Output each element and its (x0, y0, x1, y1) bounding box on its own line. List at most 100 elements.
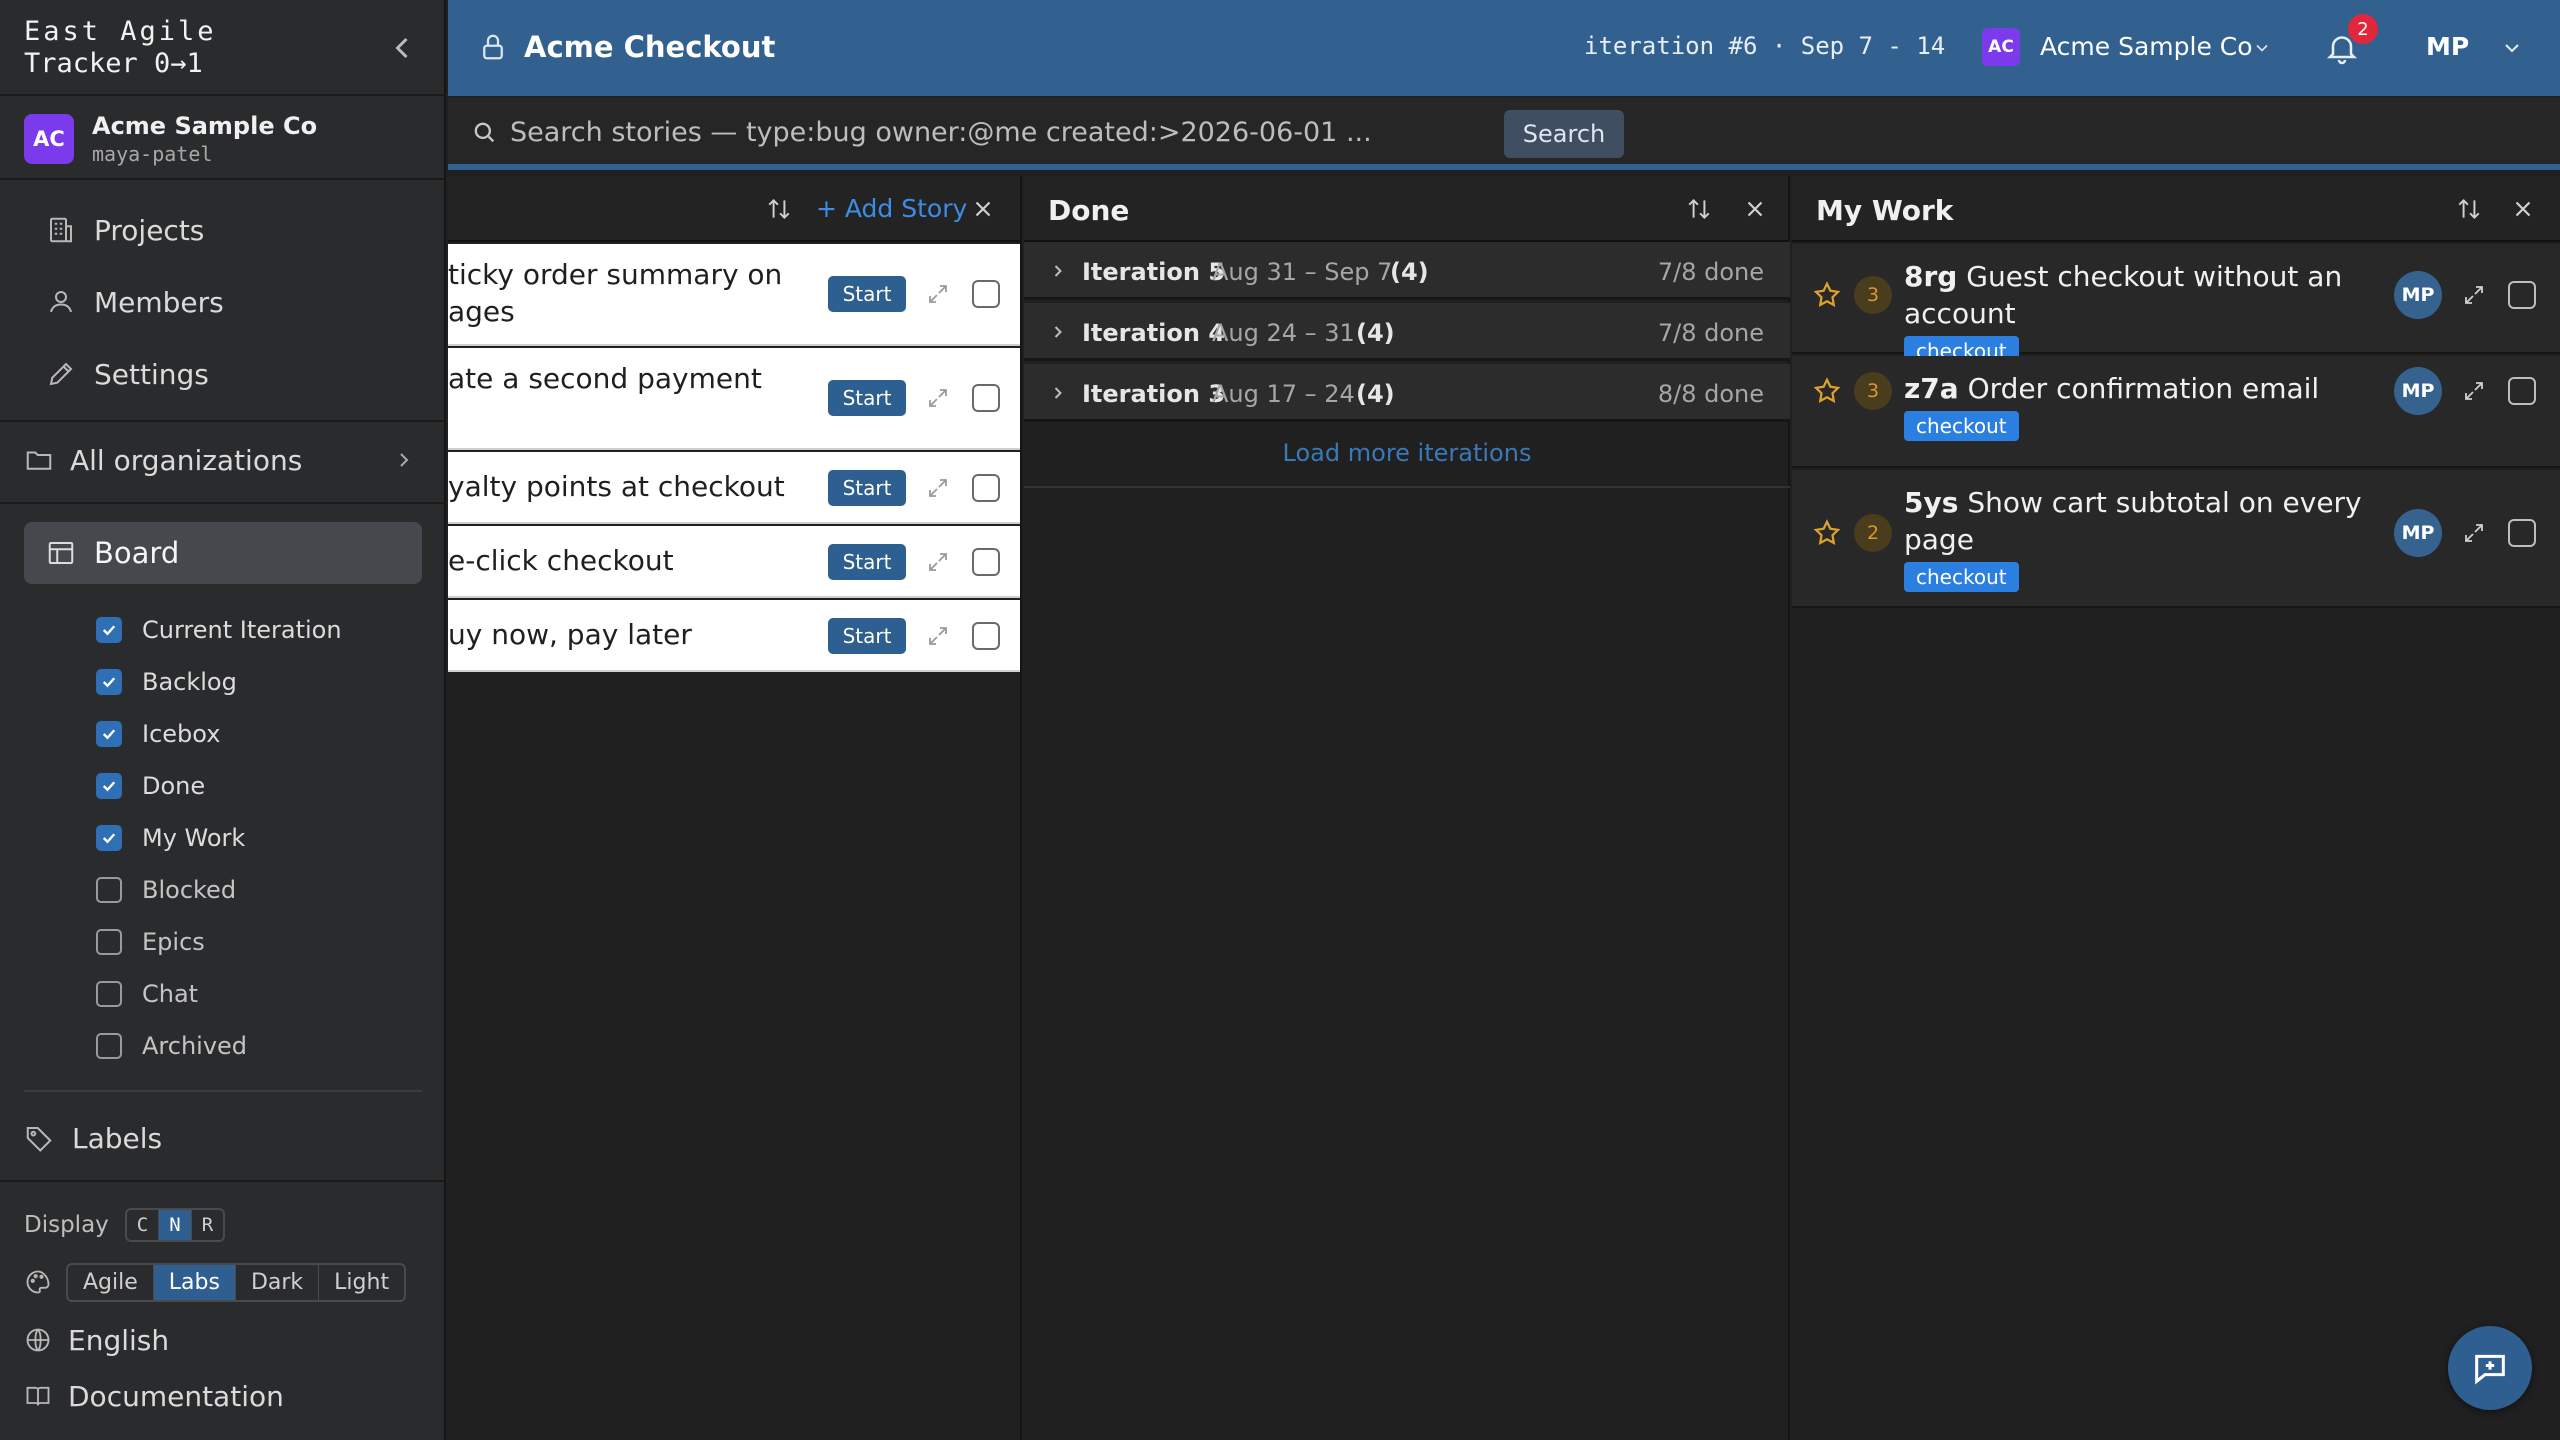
project-title[interactable]: Acme Checkout (524, 30, 775, 64)
chevron-right-icon (392, 448, 416, 472)
iteration-row[interactable]: Iteration 5 Aug 31 – Sep 7 (4) 7/8 done (1024, 242, 1790, 300)
sidebar-item-labels[interactable]: Labels (24, 1114, 162, 1162)
expand-icon[interactable] (926, 282, 950, 306)
sidebar-item-board[interactable]: Board (24, 522, 422, 584)
theme-option-agile[interactable]: Agile (68, 1264, 154, 1300)
story-card[interactable]: yalty points at checkout Start (448, 452, 1020, 524)
start-button[interactable]: Start (828, 544, 906, 580)
close-icon[interactable] (1742, 196, 1768, 222)
label-chip[interactable]: checkout (1904, 411, 2019, 441)
story-title-text: Guest checkout without an (1966, 260, 2343, 293)
story-card[interactable]: e-click checkout Start (448, 526, 1020, 598)
panel-toggle-blocked[interactable]: Blocked (96, 870, 236, 910)
load-more-iterations-link[interactable]: Load more iterations (1024, 420, 1790, 488)
folder-icon (24, 445, 54, 475)
sidebar-divider (0, 420, 446, 422)
all-organizations-link[interactable]: All organizations (24, 436, 422, 484)
panel-toggle-archived[interactable]: Archived (96, 1026, 247, 1066)
story-select-checkbox[interactable] (2508, 519, 2536, 547)
documentation-link[interactable]: Documentation (24, 1374, 284, 1418)
display-option-n[interactable]: N (159, 1210, 192, 1240)
expand-icon[interactable] (926, 476, 950, 500)
language-selector[interactable]: English (24, 1318, 169, 1362)
chevron-right-icon[interactable] (1048, 383, 1068, 403)
close-icon[interactable] (2510, 196, 2536, 222)
close-icon[interactable] (970, 196, 996, 222)
expand-icon[interactable] (2462, 283, 2486, 307)
panel-toggle-icebox[interactable]: Icebox (96, 714, 220, 754)
search-button[interactable]: Search (1504, 110, 1624, 158)
owner-avatar: MP (2394, 509, 2442, 557)
org-username: maya-patel (92, 142, 213, 166)
chat-fab-button[interactable] (2448, 1326, 2532, 1410)
story-select-checkbox[interactable] (972, 280, 1000, 308)
panel-toggle-done[interactable]: Done (96, 766, 205, 806)
display-option-r[interactable]: R (192, 1210, 223, 1240)
checkbox[interactable] (96, 721, 122, 747)
start-button[interactable]: Start (828, 380, 906, 416)
my-work-story-card[interactable]: 3 8rg Guest checkout without an account che… (1792, 244, 2560, 366)
story-select-checkbox[interactable] (972, 548, 1000, 576)
chevron-down-icon[interactable] (2252, 38, 2272, 58)
expand-icon[interactable] (2462, 521, 2486, 545)
panel-toggle-current-iteration[interactable]: Current Iteration (96, 610, 342, 650)
theme-option-dark[interactable]: Dark (236, 1264, 320, 1300)
iteration-row[interactable]: Iteration 3 Aug 17 – 24 (4) 8/8 done (1024, 364, 1790, 422)
chevron-right-icon[interactable] (1048, 322, 1068, 342)
chevron-down-icon[interactable] (2500, 36, 2524, 60)
checkbox[interactable] (96, 617, 122, 643)
sidebar-item-members[interactable]: Members (24, 274, 422, 330)
my-work-panel: My Work 3 8rg Guest checkout without an ac… (1792, 176, 2560, 1440)
sidebar-item-settings[interactable]: Settings (24, 346, 422, 402)
start-button[interactable]: Start (828, 618, 906, 654)
checkbox[interactable] (96, 877, 122, 903)
collapse-sidebar-icon[interactable] (384, 30, 420, 66)
panel-toggle-backlog[interactable]: Backlog (96, 662, 237, 702)
story-card[interactable]: ate a second payment Start (448, 348, 1020, 450)
panel-toggle-my-work[interactable]: My Work (96, 818, 245, 858)
sort-icon[interactable] (1686, 196, 1712, 222)
chevron-right-icon[interactable] (1048, 261, 1068, 281)
expand-icon[interactable] (926, 386, 950, 410)
my-work-story-card[interactable]: 2 5ys Show cart subtotal on every page chec… (1792, 470, 2560, 608)
user-menu-initials[interactable]: MP (2426, 32, 2469, 61)
start-button[interactable]: Start (828, 276, 906, 312)
checkbox[interactable] (96, 773, 122, 799)
story-select-checkbox[interactable] (2508, 281, 2536, 309)
sidebar-item-projects[interactable]: Projects (24, 202, 422, 258)
checkbox[interactable] (96, 669, 122, 695)
expand-icon[interactable] (926, 624, 950, 648)
iteration-row[interactable]: Iteration 4 Aug 24 – 31 (4) 7/8 done (1024, 303, 1790, 361)
expand-icon[interactable] (2462, 379, 2486, 403)
header-org-avatar[interactable]: AC (1982, 28, 2020, 66)
story-select-checkbox[interactable] (972, 474, 1000, 502)
star-icon[interactable] (1812, 376, 1842, 406)
checkbox[interactable] (96, 1033, 122, 1059)
checkbox[interactable] (96, 825, 122, 851)
label-chip[interactable]: checkout (1904, 562, 2019, 592)
checkbox[interactable] (96, 981, 122, 1007)
star-icon[interactable] (1812, 280, 1842, 310)
header-org-name[interactable]: Acme Sample Co (2040, 32, 2253, 61)
story-select-checkbox[interactable] (972, 384, 1000, 412)
theme-option-labs[interactable]: Labs (153, 1264, 236, 1300)
sort-icon[interactable] (2456, 196, 2482, 222)
story-card[interactable]: ticky order summary on ages Start (448, 244, 1020, 346)
start-button[interactable]: Start (828, 470, 906, 506)
story-select-checkbox[interactable] (2508, 377, 2536, 405)
star-icon[interactable] (1812, 518, 1842, 548)
panel-toggle-epics[interactable]: Epics (96, 922, 205, 962)
panel-toggle-chat[interactable]: Chat (96, 974, 198, 1014)
expand-icon[interactable] (926, 550, 950, 574)
story-card[interactable]: uy now, pay later Start (448, 600, 1020, 672)
my-work-story-card[interactable]: 3 z7a Order confirmation email checkout MP (1792, 356, 2560, 468)
display-option-c[interactable]: C (127, 1210, 160, 1240)
chat-plus-icon (2470, 1348, 2510, 1388)
story-select-checkbox[interactable] (972, 622, 1000, 650)
org-switcher[interactable]: AC Acme Sample Co maya-patel (0, 98, 446, 180)
checkbox[interactable] (96, 929, 122, 955)
theme-option-light[interactable]: Light (319, 1265, 404, 1300)
add-story-button[interactable]: + Add Story (816, 194, 967, 223)
sort-icon[interactable] (766, 196, 792, 222)
search-input[interactable] (510, 110, 1410, 154)
